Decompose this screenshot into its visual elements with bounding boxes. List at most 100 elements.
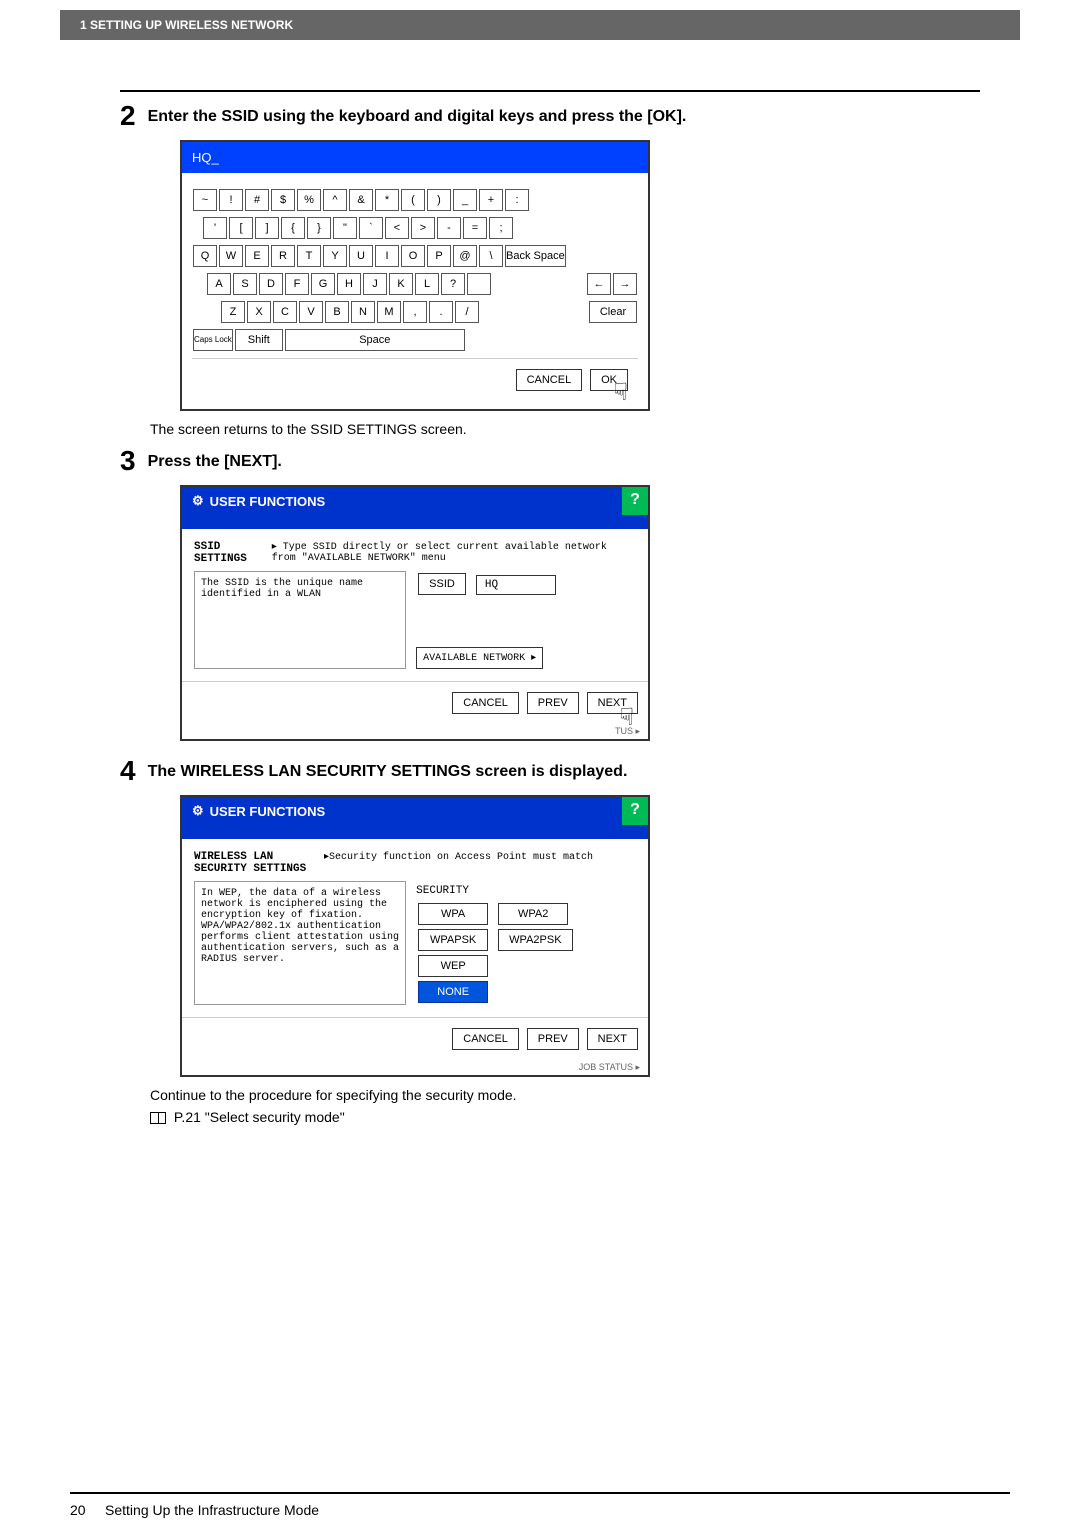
security-settings-screenshot: ⚙ USER FUNCTIONS ? WIRELESS LAN SECURITY… — [180, 795, 650, 1077]
cancel-button[interactable]: CANCEL — [452, 1028, 519, 1050]
kb-row-4: A S D F G H J K L ? ← → — [192, 272, 638, 296]
key[interactable]: > — [411, 217, 435, 239]
key[interactable]: H — [337, 273, 361, 295]
cursor-hand-icon: ☟ — [619, 703, 634, 732]
next-button[interactable]: NEXT — [587, 1028, 638, 1050]
key[interactable]: Z — [221, 301, 245, 323]
page-header: 1 SETTING UP WIRELESS NETWORK — [60, 10, 1020, 40]
key[interactable]: _ — [453, 189, 477, 211]
wpa2-button[interactable]: WPA2 — [498, 903, 568, 925]
key[interactable]: { — [281, 217, 305, 239]
help-button[interactable]: ? — [622, 797, 648, 825]
key[interactable]: \ — [479, 245, 503, 267]
key[interactable]: S — [233, 273, 257, 295]
key[interactable]: ^ — [323, 189, 347, 211]
ssid-description: The SSID is the unique name identified i… — [194, 571, 406, 669]
wpa2psk-button[interactable]: WPA2PSK — [498, 929, 572, 951]
key[interactable]: % — [297, 189, 321, 211]
space-key[interactable]: Space — [285, 329, 465, 351]
key[interactable]: F — [285, 273, 309, 295]
key[interactable]: K — [389, 273, 413, 295]
key[interactable]: * — [375, 189, 399, 211]
key[interactable]: } — [307, 217, 331, 239]
key[interactable]: ! — [219, 189, 243, 211]
key[interactable]: " — [333, 217, 357, 239]
page-footer: 20 Setting Up the Infrastructure Mode — [70, 1492, 1010, 1518]
key[interactable]: M — [377, 301, 401, 323]
key[interactable]: G — [311, 273, 335, 295]
key[interactable]: & — [349, 189, 373, 211]
kb-row-5: Z X C V B N M , . / Clear — [192, 300, 638, 324]
footer-title: Setting Up the Infrastructure Mode — [105, 1502, 319, 1518]
key[interactable]: ' — [203, 217, 227, 239]
wpapsk-button[interactable]: WPAPSK — [418, 929, 488, 951]
key[interactable]: T — [297, 245, 321, 267]
key[interactable]: O — [401, 245, 425, 267]
cancel-button[interactable]: CANCEL — [516, 369, 583, 391]
help-button[interactable]: ? — [622, 487, 648, 515]
page-header-text: 1 SETTING UP WIRELESS NETWORK — [80, 18, 293, 32]
key[interactable]: ~ — [193, 189, 217, 211]
key[interactable]: ; — [489, 217, 513, 239]
security-description: In WEP, the data of a wireless network i… — [194, 881, 406, 1005]
step-title: The WIRELESS LAN SECURITY SETTINGS scree… — [148, 757, 628, 781]
key[interactable] — [467, 273, 491, 295]
none-button[interactable]: NONE — [418, 981, 488, 1003]
key[interactable]: ( — [401, 189, 425, 211]
backspace-key[interactable]: Back Space — [505, 245, 566, 267]
key[interactable]: = — [463, 217, 487, 239]
key[interactable]: B — [325, 301, 349, 323]
step-3: 3 Press the [NEXT]. — [120, 447, 980, 475]
arrow-left-key[interactable]: ← — [587, 273, 611, 295]
wpa-button[interactable]: WPA — [418, 903, 488, 925]
step-title: Enter the SSID using the keyboard and di… — [148, 102, 687, 126]
wep-button[interactable]: WEP — [418, 955, 488, 977]
key[interactable]: , — [403, 301, 427, 323]
key[interactable]: Q — [193, 245, 217, 267]
key[interactable]: J — [363, 273, 387, 295]
key[interactable]: ) — [427, 189, 451, 211]
sub-bar — [182, 515, 648, 529]
shift-key[interactable]: Shift — [235, 329, 283, 351]
clear-key[interactable]: Clear — [589, 301, 637, 323]
key[interactable]: : — [505, 189, 529, 211]
capslock-key[interactable]: Caps Lock — [193, 329, 233, 351]
key[interactable]: D — [259, 273, 283, 295]
key[interactable]: @ — [453, 245, 477, 267]
key[interactable]: U — [349, 245, 373, 267]
key[interactable]: X — [247, 301, 271, 323]
prev-button[interactable]: PREV — [527, 692, 579, 714]
key[interactable]: W — [219, 245, 243, 267]
key[interactable]: Y — [323, 245, 347, 267]
ssid-button[interactable]: SSID — [418, 573, 466, 595]
key[interactable]: [ — [229, 217, 253, 239]
cancel-button[interactable]: CANCEL — [452, 692, 519, 714]
key[interactable]: + — [479, 189, 503, 211]
header-title: USER FUNCTIONS — [210, 804, 326, 819]
key[interactable]: L — [415, 273, 439, 295]
step-number: 4 — [120, 757, 136, 785]
key[interactable]: P — [427, 245, 451, 267]
key[interactable]: / — [455, 301, 479, 323]
key[interactable]: I — [375, 245, 399, 267]
key[interactable]: A — [207, 273, 231, 295]
kb-row-2: ' [ ] { } " ` < > - = ; — [192, 216, 638, 240]
key[interactable]: $ — [271, 189, 295, 211]
key[interactable]: < — [385, 217, 409, 239]
step-number: 2 — [120, 102, 136, 130]
key[interactable]: - — [437, 217, 461, 239]
key[interactable]: N — [351, 301, 375, 323]
arrow-right-key[interactable]: → — [613, 273, 637, 295]
key[interactable]: # — [245, 189, 269, 211]
key[interactable]: ` — [359, 217, 383, 239]
key[interactable]: ? — [441, 273, 465, 295]
key[interactable]: ] — [255, 217, 279, 239]
available-network-button[interactable]: AVAILABLE NETWORK ▸ — [416, 647, 543, 669]
key[interactable]: E — [245, 245, 269, 267]
prev-button[interactable]: PREV — [527, 1028, 579, 1050]
key[interactable]: R — [271, 245, 295, 267]
key[interactable]: V — [299, 301, 323, 323]
key[interactable]: C — [273, 301, 297, 323]
key[interactable]: . — [429, 301, 453, 323]
status-bar: TUS ▸ — [182, 724, 648, 739]
